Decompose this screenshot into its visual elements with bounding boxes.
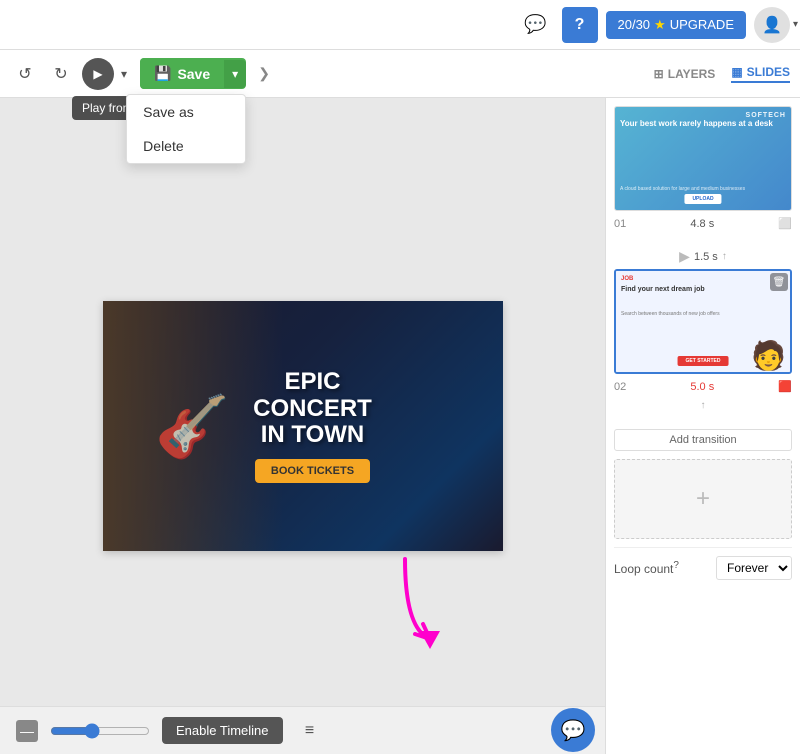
second-toolbar: ↺ ↻ ▶ ▾ Play from current slide 💾 Save ▾…	[0, 50, 800, 98]
concert-title: EPIC CONCERT IN TOWN	[253, 369, 372, 448]
redo-icon: ↻	[54, 64, 67, 84]
transition-up-icon: ↑	[722, 251, 727, 262]
slides-icon: ▦	[731, 65, 742, 79]
slide1-button: UPLOAD	[684, 194, 721, 204]
timeline-minus-button[interactable]: —	[16, 720, 38, 742]
save-dropdown-menu: Save as Delete	[126, 94, 246, 164]
slide-1-settings-icon[interactable]: ⬜	[778, 217, 792, 230]
book-tickets-button[interactable]: BOOK TICKETS	[255, 459, 370, 483]
chat-button[interactable]: 💬	[551, 708, 595, 752]
align-button[interactable]: ≡	[295, 716, 325, 746]
slides-label: SLIDES	[747, 65, 790, 79]
transition-play-icon: ▶	[679, 248, 690, 265]
transition-area: ▶ 1.5 s ↑	[614, 244, 792, 269]
layers-label: LAYERS	[668, 67, 716, 81]
save-button[interactable]: 💾 Save	[140, 58, 224, 89]
slide2-logo: JOB	[621, 276, 633, 282]
main-area: 🎸 EPIC CONCERT IN TOWN BOOK TICKETS	[0, 98, 800, 754]
timeline-bar: — Enable Timeline ≡ 💬	[0, 706, 605, 754]
save-dropdown-toggle[interactable]: ▾	[224, 60, 246, 88]
loop-count-row: Loop count? Forever 1 2 3 5	[614, 547, 792, 588]
slide-2-red-icon[interactable]: 🟥	[778, 380, 792, 393]
save-button-group: 💾 Save ▾ Save as Delete	[140, 58, 246, 89]
canvas-area: 🎸 EPIC CONCERT IN TOWN BOOK TICKETS	[0, 98, 605, 754]
loop-count-label: Loop count?	[614, 560, 679, 576]
slide-2-meta: 02 5.0 s 🟥	[614, 378, 792, 395]
slide-1-meta: 01 4.8 s ⬜	[614, 215, 792, 232]
redo-button[interactable]: ↻	[46, 59, 76, 89]
nav-arrow-button[interactable]: ❯	[252, 62, 276, 86]
save-label: Save	[177, 66, 210, 82]
upgrade-count: 20/30	[618, 17, 651, 32]
slide-2-container: JOB Find your next dream job Search betw…	[614, 269, 792, 413]
slide2-transition-down-icon: ↑	[701, 400, 706, 411]
delete-item[interactable]: Delete	[127, 129, 245, 163]
slide-2-thumbnail[interactable]: JOB Find your next dream job Search betw…	[614, 269, 792, 374]
slide1-headline: Your best work rarely happens at a desk	[620, 119, 786, 129]
upgrade-button[interactable]: 20/30 ★ UPGRADE	[606, 11, 747, 39]
slide-2-num: 02	[614, 381, 626, 393]
right-panel: SOFTECH Your best work rarely happens at…	[605, 98, 800, 754]
slide-1-num: 01	[614, 218, 626, 230]
enable-timeline-button[interactable]: Enable Timeline	[162, 717, 283, 744]
slides-tab[interactable]: ▦ SLIDES	[731, 65, 790, 83]
save-arrow-icon: ▾	[232, 67, 238, 81]
comment-icon-button[interactable]: 💬	[518, 7, 554, 43]
slide-1-time: 4.8 s	[690, 218, 714, 230]
play-button[interactable]: ▶	[82, 58, 114, 90]
slides-panel-content: SOFTECH Your best work rarely happens at…	[606, 98, 800, 754]
save-icon: 💾	[154, 65, 171, 82]
star-icon: ★	[654, 17, 666, 33]
play-button-group: ▶ ▾ Play from current slide	[82, 58, 134, 90]
loop-count-help-icon[interactable]: ?	[673, 560, 679, 571]
undo-button[interactable]: ↺	[10, 59, 40, 89]
top-toolbar: 💬 ? 20/30 ★ UPGRADE 👤	[0, 0, 800, 50]
loop-count-select[interactable]: Forever 1 2 3 5	[716, 556, 792, 580]
slide2-person-icon: 🧑	[751, 339, 786, 372]
slide-1-wrapper: SOFTECH Your best work rarely happens at…	[614, 106, 792, 211]
help-button[interactable]: ?	[562, 7, 598, 43]
slide-1-thumbnail[interactable]: SOFTECH Your best work rarely happens at…	[614, 106, 792, 211]
add-transition-button[interactable]: Add transition	[614, 429, 792, 451]
slide-2-bg: JOB Find your next dream job Search betw…	[616, 271, 790, 372]
avatar-icon: 👤	[762, 15, 782, 35]
avatar-button[interactable]: 👤	[754, 7, 790, 43]
slide1-sub: A cloud based solution for large and med…	[620, 186, 786, 192]
slide-canvas: 🎸 EPIC CONCERT IN TOWN BOOK TICKETS	[103, 301, 503, 551]
save-as-item[interactable]: Save as	[127, 95, 245, 129]
slide-2-delete-button[interactable]: 🗑	[770, 273, 788, 291]
nav-arrow-icon: ❯	[258, 65, 270, 81]
play-icon: ▶	[93, 67, 102, 81]
concert-text-block: EPIC CONCERT IN TOWN BOOK TICKETS	[253, 369, 372, 482]
slide-1-bg: SOFTECH Your best work rarely happens at…	[615, 107, 791, 210]
comment-icon: 💬	[524, 14, 546, 35]
transition-time: 1.5 s	[694, 251, 718, 263]
concert-banner: 🎸 EPIC CONCERT IN TOWN BOOK TICKETS	[103, 301, 503, 551]
arrow-annotation	[385, 549, 465, 674]
layers-tab[interactable]: ⊞ LAYERS	[654, 67, 716, 81]
guitar-icon: 🎸	[155, 391, 230, 462]
slide-2-time: 5.0 s	[690, 381, 714, 393]
layers-icon: ⊞	[654, 67, 664, 81]
play-dropdown-button[interactable]: ▾	[114, 58, 134, 90]
timeline-slider[interactable]	[50, 723, 150, 739]
help-icon: ?	[575, 16, 585, 34]
play-dropdown-icon: ▾	[121, 67, 127, 81]
chat-icon: 💬	[561, 718, 586, 743]
add-slide-icon: +	[696, 485, 710, 513]
slide-1-container: SOFTECH Your best work rarely happens at…	[614, 106, 792, 232]
slide-2-wrapper: JOB Find your next dream job Search betw…	[614, 269, 792, 374]
upgrade-label: UPGRADE	[670, 17, 734, 32]
slide2-headline: Find your next dream job	[621, 286, 785, 294]
slide2-button: GET STARTED	[678, 356, 729, 366]
minus-icon: —	[20, 723, 34, 739]
undo-icon: ↺	[18, 64, 31, 84]
add-slide-button[interactable]: +	[614, 459, 792, 539]
align-icon: ≡	[305, 722, 314, 740]
slide1-logo: SOFTECH	[746, 112, 786, 119]
slide2-sub: Search between thousands of new job offe…	[621, 311, 785, 317]
